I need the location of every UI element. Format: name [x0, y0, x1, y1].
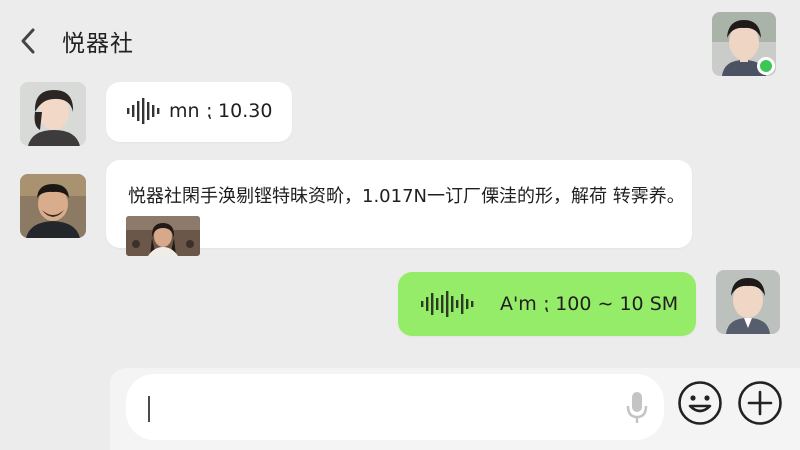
chevron-left-icon [21, 28, 35, 54]
message-input[interactable] [126, 374, 664, 440]
microphone-icon [626, 392, 648, 423]
voice-wave-icon [421, 291, 474, 317]
add-attachment-button[interactable] [737, 380, 783, 426]
self-avatar[interactable] [716, 270, 780, 334]
microphone-button[interactable] [626, 391, 648, 429]
chat-title: 悦器社 [62, 31, 134, 57]
online-status-indicator [757, 57, 775, 75]
message-bubble-voice-outgoing[interactable]: A'm ⁏ 100 ∼ 10 SM [398, 272, 696, 336]
smiley-icon [678, 381, 722, 425]
sender-avatar[interactable] [20, 82, 86, 146]
message-bubble-voice[interactable]: mn ⁏ 10.30 [106, 82, 292, 142]
message-composer [110, 368, 800, 450]
inline-photo-thumbnail[interactable] [126, 216, 200, 256]
voice-message-label: mn ⁏ 10.30 [169, 100, 273, 122]
voice-wave-icon [127, 98, 160, 124]
text-caret [148, 396, 150, 422]
voice-message-label: A'm ⁏ 100 ∼ 10 SM [500, 293, 679, 315]
message-bubble-text[interactable]: 悦器社閑手涣剔铿特昧资畍，1.017N一订厂傈洼的形，解荷 转霁养。 [106, 160, 692, 256]
sender-avatar[interactable] [20, 174, 86, 238]
message-text: 悦器社閑手涣剔铿特昧资畍，1.017N一订厂傈洼的形，解荷 转霁养。 [128, 186, 685, 207]
chat-header: 悦器社 [0, 0, 800, 80]
plus-circle-icon [738, 381, 782, 425]
back-button[interactable] [14, 26, 42, 56]
emoji-button[interactable] [677, 380, 723, 426]
